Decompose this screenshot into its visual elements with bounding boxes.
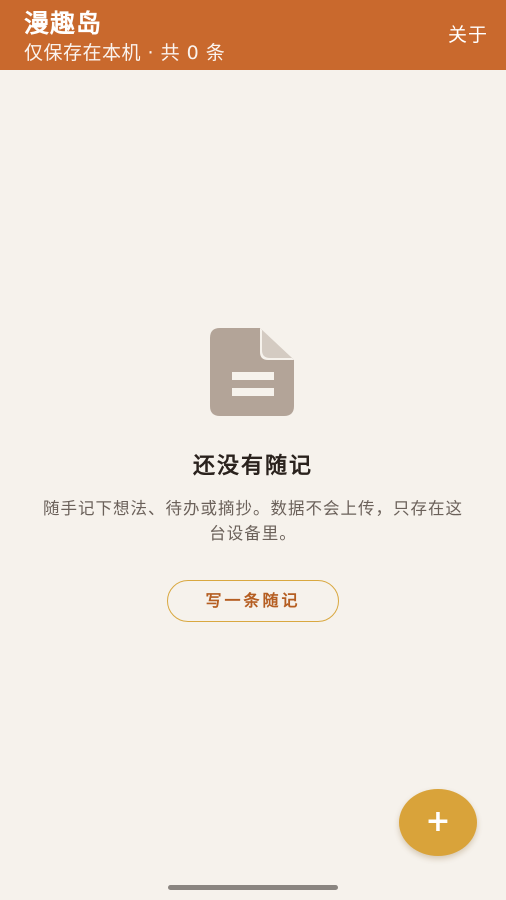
write-note-button[interactable]: 写一条随记 <box>167 580 339 622</box>
document-icon <box>210 328 294 416</box>
empty-description: 随手记下想法、待办或摘抄。数据不会上传，只存在这台设备里。 <box>43 499 463 543</box>
empty-title: 还没有随记 <box>192 454 313 479</box>
home-indicator[interactable] <box>168 885 338 890</box>
plus-icon: + <box>425 804 451 839</box>
add-note-fab[interactable]: + <box>399 789 477 856</box>
app-title: 漫趣岛 <box>24 9 103 38</box>
about-button[interactable]: 关于 <box>448 22 488 48</box>
empty-state: 还没有随记 随手记下想法、待办或摘抄。数据不会上传，只存在这台设备里。 写一条随… <box>0 326 506 622</box>
app-bar: 漫趣岛 仅保存在本机 · 共 0 条 关于 <box>0 0 506 70</box>
app-subtitle: 仅保存在本机 · 共 0 条 <box>24 42 226 64</box>
